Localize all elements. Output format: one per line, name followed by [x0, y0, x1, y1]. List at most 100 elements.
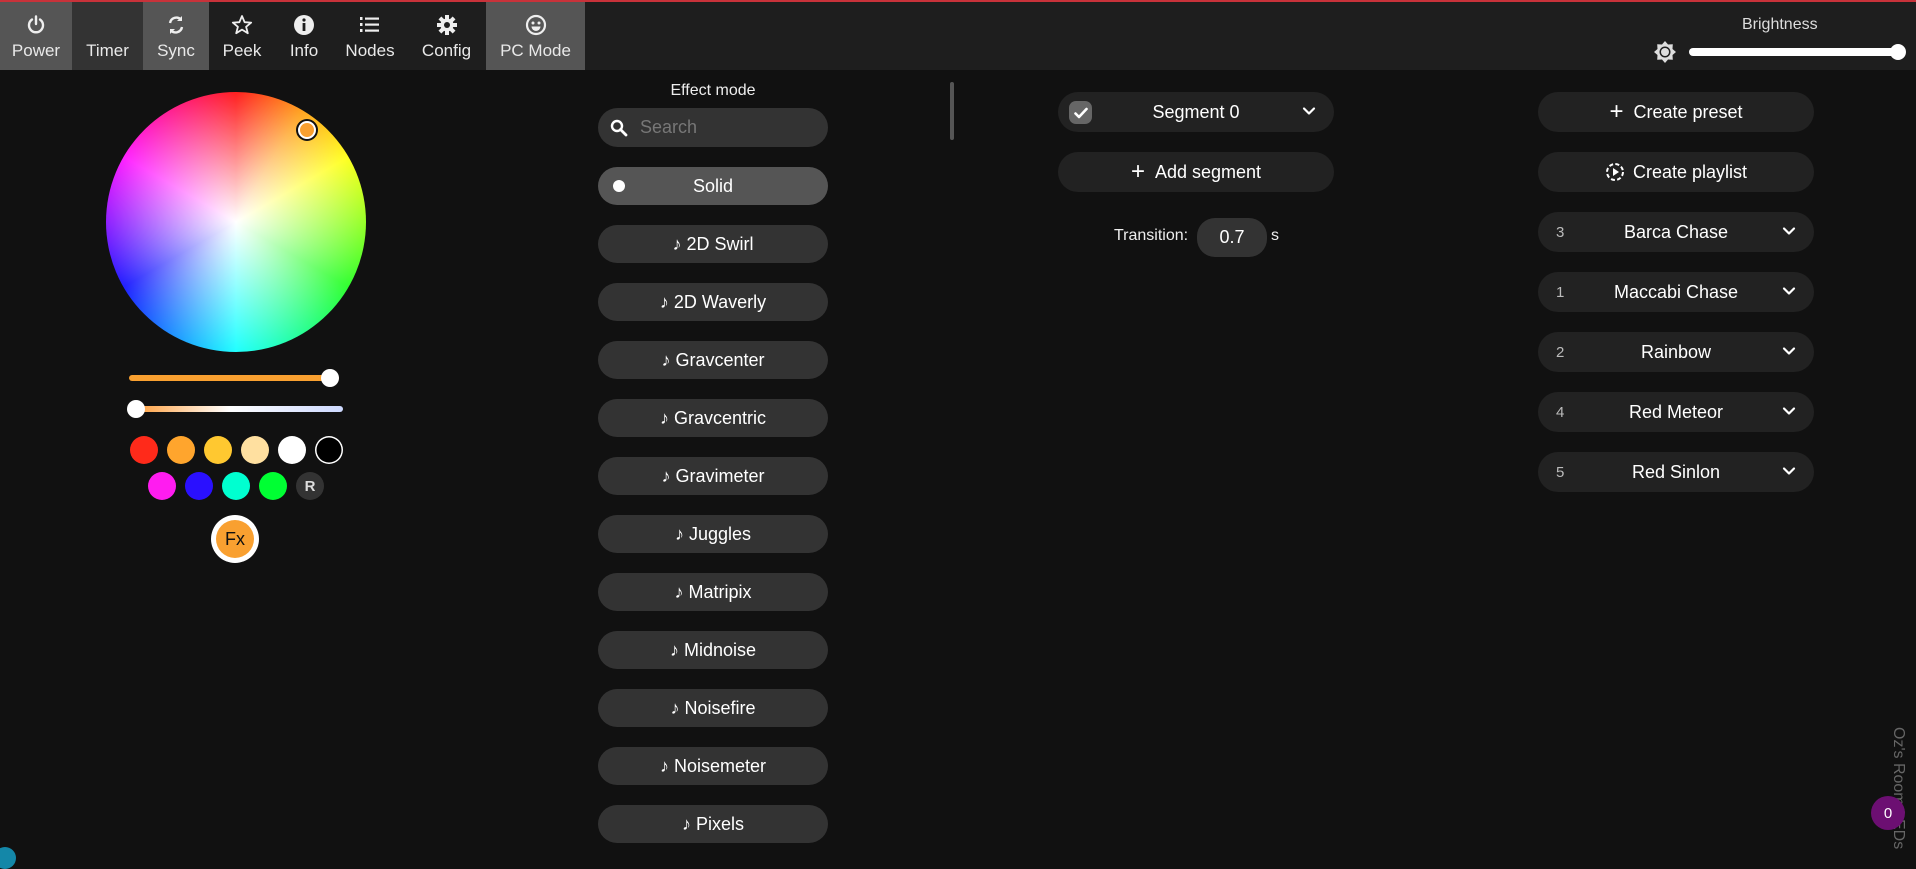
tab-pc-mode[interactable]: PC Mode	[486, 2, 585, 70]
gear-icon	[436, 14, 458, 36]
segment-name: Segment 0	[1152, 101, 1240, 122]
chevron-down-icon[interactable]	[1782, 464, 1796, 478]
color-swatch[interactable]	[148, 472, 176, 500]
effect-label: ♪ 2D Swirl	[672, 233, 754, 254]
tab-sync[interactable]: Sync	[143, 2, 209, 70]
preset-name: Barca Chase	[1623, 221, 1729, 242]
chevron-down-icon[interactable]	[1782, 344, 1796, 358]
moon-icon	[98, 14, 118, 36]
preset-name: Red Sinlon	[1631, 461, 1721, 482]
color-wheel[interactable]	[106, 92, 366, 352]
preset-id: 3	[1556, 223, 1565, 241]
segment-checkbox[interactable]	[1069, 101, 1092, 124]
tab-nodes[interactable]: Nodes	[333, 2, 407, 70]
effect-item[interactable]: ♪ Pixels	[598, 805, 828, 843]
effect-label: ♪ Matripix	[674, 581, 752, 602]
top-nav: Power Timer Sync Peek Info Nodes Config …	[0, 2, 1916, 70]
effect-item[interactable]: ♪ 2D Swirl	[598, 225, 828, 263]
effect-mode-title: Effect mode	[670, 82, 756, 99]
tab-config[interactable]: Config	[407, 2, 486, 70]
color-swatch[interactable]	[241, 436, 269, 464]
effect-label: ♪ Gravimeter	[661, 465, 765, 486]
effect-item[interactable]: ♪ Noisemeter	[598, 747, 828, 785]
effect-item[interactable]: ♪ Juggles	[598, 515, 828, 553]
effect-label: ♪ Noisemeter	[659, 755, 767, 776]
transition-input[interactable]	[1197, 218, 1267, 257]
effect-label: ♪ Gravcentric	[659, 407, 767, 428]
chevron-down-icon[interactable]	[1782, 284, 1796, 298]
brightness-slider-thumb[interactable]	[1890, 44, 1906, 60]
selected-dot-icon	[613, 180, 625, 192]
preset-item[interactable]: 1 Maccabi Chase	[1538, 272, 1814, 312]
color-swatch[interactable]	[167, 436, 195, 464]
effect-item[interactable]: ♪ Noisefire	[598, 689, 828, 727]
tab-label: Nodes	[345, 41, 395, 60]
tab-power[interactable]: Power	[0, 2, 72, 70]
create-preset-label: Create preset	[1633, 101, 1743, 122]
effect-item[interactable]: Solid	[598, 167, 828, 205]
color-swatch[interactable]	[222, 472, 250, 500]
effect-item[interactable]: ♪ Matripix	[598, 573, 828, 611]
tab-info[interactable]: Info	[275, 2, 333, 70]
playlist-icon	[1605, 163, 1624, 181]
notification-badge[interactable]: 0	[1871, 796, 1905, 830]
tab-peek[interactable]: Peek	[209, 2, 275, 70]
device-name: Oz's Room LEDs	[1890, 727, 1907, 850]
slider-thumb[interactable]	[127, 400, 145, 418]
color-swatch[interactable]	[315, 436, 343, 464]
color-swatch[interactable]	[259, 472, 287, 500]
random-color-button[interactable]: R	[296, 472, 324, 500]
preset-id: 4	[1556, 403, 1565, 421]
create-playlist-label: Create playlist	[1632, 161, 1748, 182]
white-balance-slider[interactable]	[127, 400, 343, 418]
brightness-slider[interactable]	[1689, 48, 1901, 56]
effect-item[interactable]: ♪ Gravimeter	[598, 457, 828, 495]
preset-item[interactable]: 2 Rainbow	[1538, 332, 1814, 372]
chevron-down-icon[interactable]	[1782, 224, 1796, 238]
tab-timer[interactable]: Timer	[72, 2, 143, 70]
power-icon	[26, 14, 46, 36]
search-icon	[610, 119, 628, 136]
slider-thumb[interactable]	[321, 369, 339, 387]
color-swatch[interactable]	[278, 436, 306, 464]
effect-item[interactable]: ♪ Gravcentric	[598, 399, 828, 437]
chevron-down-icon[interactable]	[1302, 104, 1316, 118]
effect-list-scrollbar[interactable]	[950, 82, 954, 140]
list-icon	[359, 14, 381, 36]
tab-label: Sync	[157, 41, 195, 60]
plus-icon: +	[1609, 98, 1624, 125]
effect-item[interactable]: ♪ 2D Waverly	[598, 283, 828, 321]
preset-item[interactable]: 5 Red Sinlon	[1538, 452, 1814, 492]
preset-id: 5	[1556, 463, 1565, 481]
create-preset-button[interactable]: + Create preset	[1538, 92, 1814, 132]
fx-button[interactable]: Fx	[211, 515, 259, 563]
effect-label: ♪ Noisefire	[670, 697, 756, 718]
segment-0[interactable]: Segment 0	[1058, 92, 1334, 132]
color-swatch[interactable]	[204, 436, 232, 464]
plus-icon: +	[1130, 158, 1145, 185]
color-swatch[interactable]	[130, 436, 158, 464]
effect-item[interactable]: ♪ Gravcenter	[598, 341, 828, 379]
effect-label: ♪ Midnoise	[669, 639, 757, 660]
effect-label: ♪ Pixels	[681, 813, 744, 834]
color-swatch[interactable]	[185, 472, 213, 500]
create-playlist-button[interactable]: Create playlist	[1538, 152, 1814, 192]
add-segment-button[interactable]: + Add segment	[1058, 152, 1334, 192]
preset-item[interactable]: 3 Barca Chase	[1538, 212, 1814, 252]
sync-icon	[166, 14, 186, 36]
chevron-down-icon[interactable]	[1782, 404, 1796, 418]
tab-label: Timer	[86, 41, 129, 60]
color-wheel-marker[interactable]	[298, 121, 316, 139]
transition-unit: s	[1271, 227, 1279, 244]
effect-search-input[interactable]	[638, 116, 822, 139]
color-brightness-slider[interactable]	[129, 369, 339, 387]
tab-label: Power	[11, 41, 61, 60]
effect-label: Solid	[692, 175, 734, 196]
tab-label: Peek	[222, 41, 262, 60]
brightness-icon	[1653, 40, 1677, 64]
effect-item[interactable]: ♪ Midnoise	[598, 631, 828, 669]
preset-item[interactable]: 4 Red Meteor	[1538, 392, 1814, 432]
preset-id: 1	[1556, 283, 1565, 301]
effect-search[interactable]	[598, 108, 828, 147]
connection-indicator	[0, 847, 16, 869]
